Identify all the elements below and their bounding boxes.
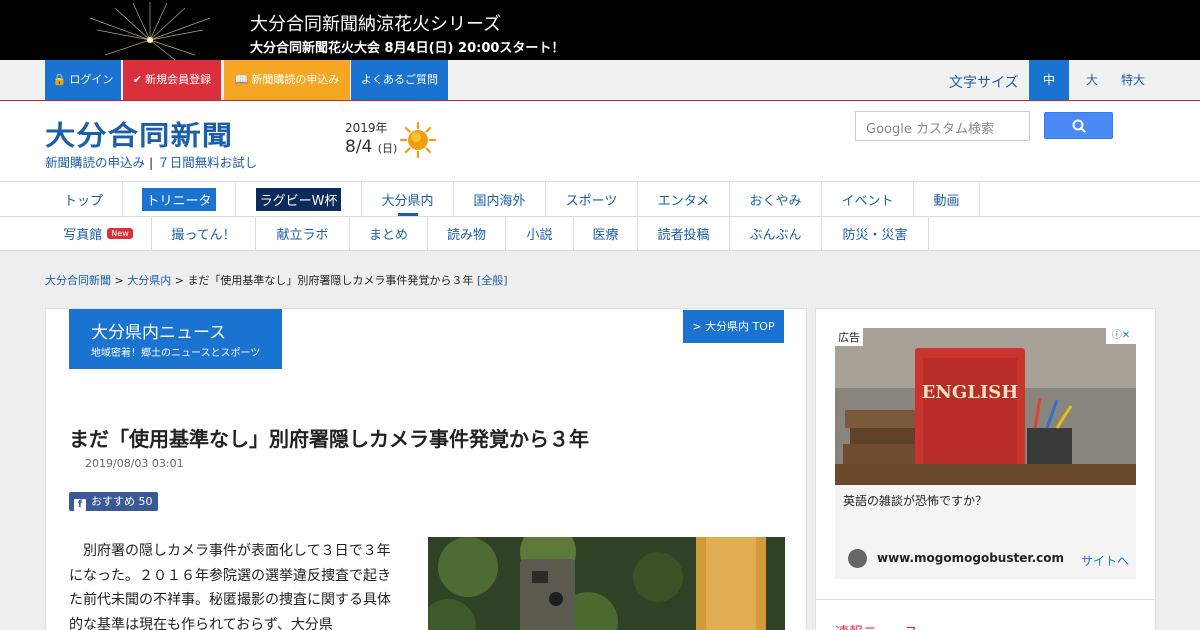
date-year: 2019年: [345, 121, 388, 135]
nav-sports[interactable]: スポーツ: [546, 182, 638, 216]
nav-events[interactable]: イベント: [822, 182, 914, 216]
nav-video[interactable]: 動画: [914, 182, 980, 216]
recommend-count: 50: [138, 495, 153, 508]
article-body: 別府署の隠しカメラ事件が表面化して３日で３年になった。２０１６年参院選の選挙違反…: [69, 543, 391, 630]
breadcrumb: 大分合同新聞 > 大分県内 > まだ「使用基準なし」別府署隠しカメラ事件発覚から…: [45, 274, 508, 287]
facebook-icon: f: [74, 499, 86, 511]
ad-book-title: ENGLISH: [922, 382, 1019, 403]
free-trial-link[interactable]: ７日間無料お試し: [157, 155, 257, 170]
site-logo[interactable]: 大分合同新聞: [45, 114, 233, 153]
sidebar-divider: [816, 599, 1157, 600]
faq-button[interactable]: よくあるご質問: [351, 60, 448, 100]
nav-bunbun[interactable]: ぶんぶん: [730, 217, 822, 250]
nav-disaster[interactable]: 防災・災害: [822, 217, 929, 250]
member-bar: 🔒 ログイン ✔ 新規会員登録 📖 新聞購読の申込み よくあるご質問 文字サイズ 中 …: [0, 60, 1200, 101]
breadcrumb-home[interactable]: 大分合同新聞: [45, 274, 111, 287]
nav-photo[interactable]: 写真館 New: [45, 217, 152, 250]
fireworks-image: [89, 2, 211, 60]
nav-reader-post[interactable]: 読者投稿: [638, 217, 730, 250]
lock-icon: 🔒: [52, 73, 67, 86]
sun-icon: [400, 122, 436, 158]
section-top-button[interactable]: > 大分県内 TOP: [683, 310, 784, 343]
nav-medical[interactable]: 医療: [574, 217, 638, 250]
article-date: 2019/08/03 03:01: [85, 457, 184, 470]
banner-subtitle: 大分合同新聞花火大会 8月4日(日) 20:00スタート！: [250, 41, 565, 56]
subscribe-link[interactable]: 新聞購読の申込み: [45, 155, 145, 170]
subscription-links: 新聞購読の申込み | ７日間無料お試し: [45, 155, 258, 170]
nav-national[interactable]: 国内海外: [454, 182, 546, 216]
article-title: まだ「使用基準なし」別府署隠しカメラ事件発覚から３年: [69, 427, 589, 451]
new-badge: New: [107, 228, 133, 239]
search-input[interactable]: Google カスタム検索: [855, 111, 1030, 141]
ad-close-icon[interactable]: ⓘ✕: [1106, 328, 1136, 344]
main-area: 大分合同新聞 > 大分県内 > まだ「使用基準なし」別府署隠しカメラ事件発覚から…: [0, 251, 1200, 630]
breadcrumb-section[interactable]: 大分県内: [127, 274, 171, 287]
nav-obituary[interactable]: おくやみ: [730, 182, 822, 216]
nav-rugby[interactable]: ラグビーW杯: [236, 182, 362, 216]
nav-yomimono[interactable]: 読み物: [428, 217, 506, 250]
article-photo[interactable]: [428, 537, 785, 630]
primary-nav: トップ トリニータ ラグビーW杯 大分県内 国内海外 スポーツ エンタメ おくや…: [0, 181, 1200, 217]
nav-oita[interactable]: 大分県内: [362, 182, 454, 216]
nav-totten[interactable]: 撮ってん！: [152, 217, 256, 250]
nav-top[interactable]: トップ: [45, 182, 123, 216]
ad-domain: www.mogomogobuster.com: [877, 551, 1064, 565]
breadcrumb-category[interactable]: [全般]: [477, 274, 508, 287]
register-button[interactable]: ✔ 新規会員登録: [123, 60, 221, 100]
breadcrumb-current: まだ「使用基準なし」別府署隠しカメラ事件発覚から３年: [187, 274, 474, 287]
font-size-label: 文字サイズ: [949, 75, 1019, 91]
ad-site-link[interactable]: サイトへ: [1081, 552, 1129, 569]
nav-novel[interactable]: 小説: [506, 217, 574, 250]
banner-title: 大分合同新聞納涼花火シリーズ: [250, 14, 502, 35]
section-header: 大分県内ニュース 地域密着！郷土のニュースとスポーツ: [69, 309, 282, 369]
ad-label: 広告: [835, 328, 863, 346]
search-icon: [1072, 119, 1086, 133]
ad-headline: 英語の雑談が恐怖ですか？: [843, 494, 988, 508]
search-button[interactable]: [1044, 112, 1113, 139]
globe-icon: [848, 549, 867, 568]
article-card: 大分県内ニュース 地域密着！郷土のニュースとスポーツ > 大分県内 TOP まだ…: [45, 308, 807, 630]
font-size-medium[interactable]: 中: [1029, 60, 1069, 100]
nav-matome[interactable]: まとめ: [350, 217, 428, 250]
subscribe-button[interactable]: 📖 新聞購読の申込み: [224, 60, 350, 100]
nav-trinita[interactable]: トリニータ: [123, 182, 236, 216]
advertisement[interactable]: ENGLISH 広告 ⓘ✕ 英語の雑談が恐怖ですか？ www.mogomogob…: [835, 328, 1136, 579]
ad-image: ENGLISH: [835, 328, 1136, 485]
date-day: 8/4 (日): [345, 137, 398, 157]
sidebar: ENGLISH 広告 ⓘ✕ 英語の雑談が恐怖ですか？ www.mogomogob…: [815, 308, 1157, 630]
nav-kondate[interactable]: 献立ラボ: [256, 217, 350, 250]
book-icon: 📖: [234, 73, 249, 86]
section-title: 大分県内ニュース: [91, 323, 227, 343]
font-size-large[interactable]: 大: [1072, 60, 1112, 100]
check-circle-icon: ✔: [132, 73, 143, 86]
breaking-news-heading: 速報ニュース: [835, 622, 918, 630]
font-size-xlarge[interactable]: 特大: [1112, 60, 1154, 100]
section-tagline: 地域密着！郷土のニュースとスポーツ: [91, 348, 261, 359]
recommend-button[interactable]: f おすすめ 50: [69, 492, 158, 511]
secondary-nav: 写真館 New 撮ってん！ 献立ラボ まとめ 読み物 小説 医療 読者投稿 ぶんぶ…: [0, 217, 1200, 251]
login-button[interactable]: 🔒 ログイン: [45, 60, 121, 100]
top-banner[interactable]: 大分合同新聞納涼花火シリーズ 大分合同新聞花火大会 8月4日(日) 20:00ス…: [0, 0, 1200, 60]
nav-entertainment[interactable]: エンタメ: [638, 182, 730, 216]
